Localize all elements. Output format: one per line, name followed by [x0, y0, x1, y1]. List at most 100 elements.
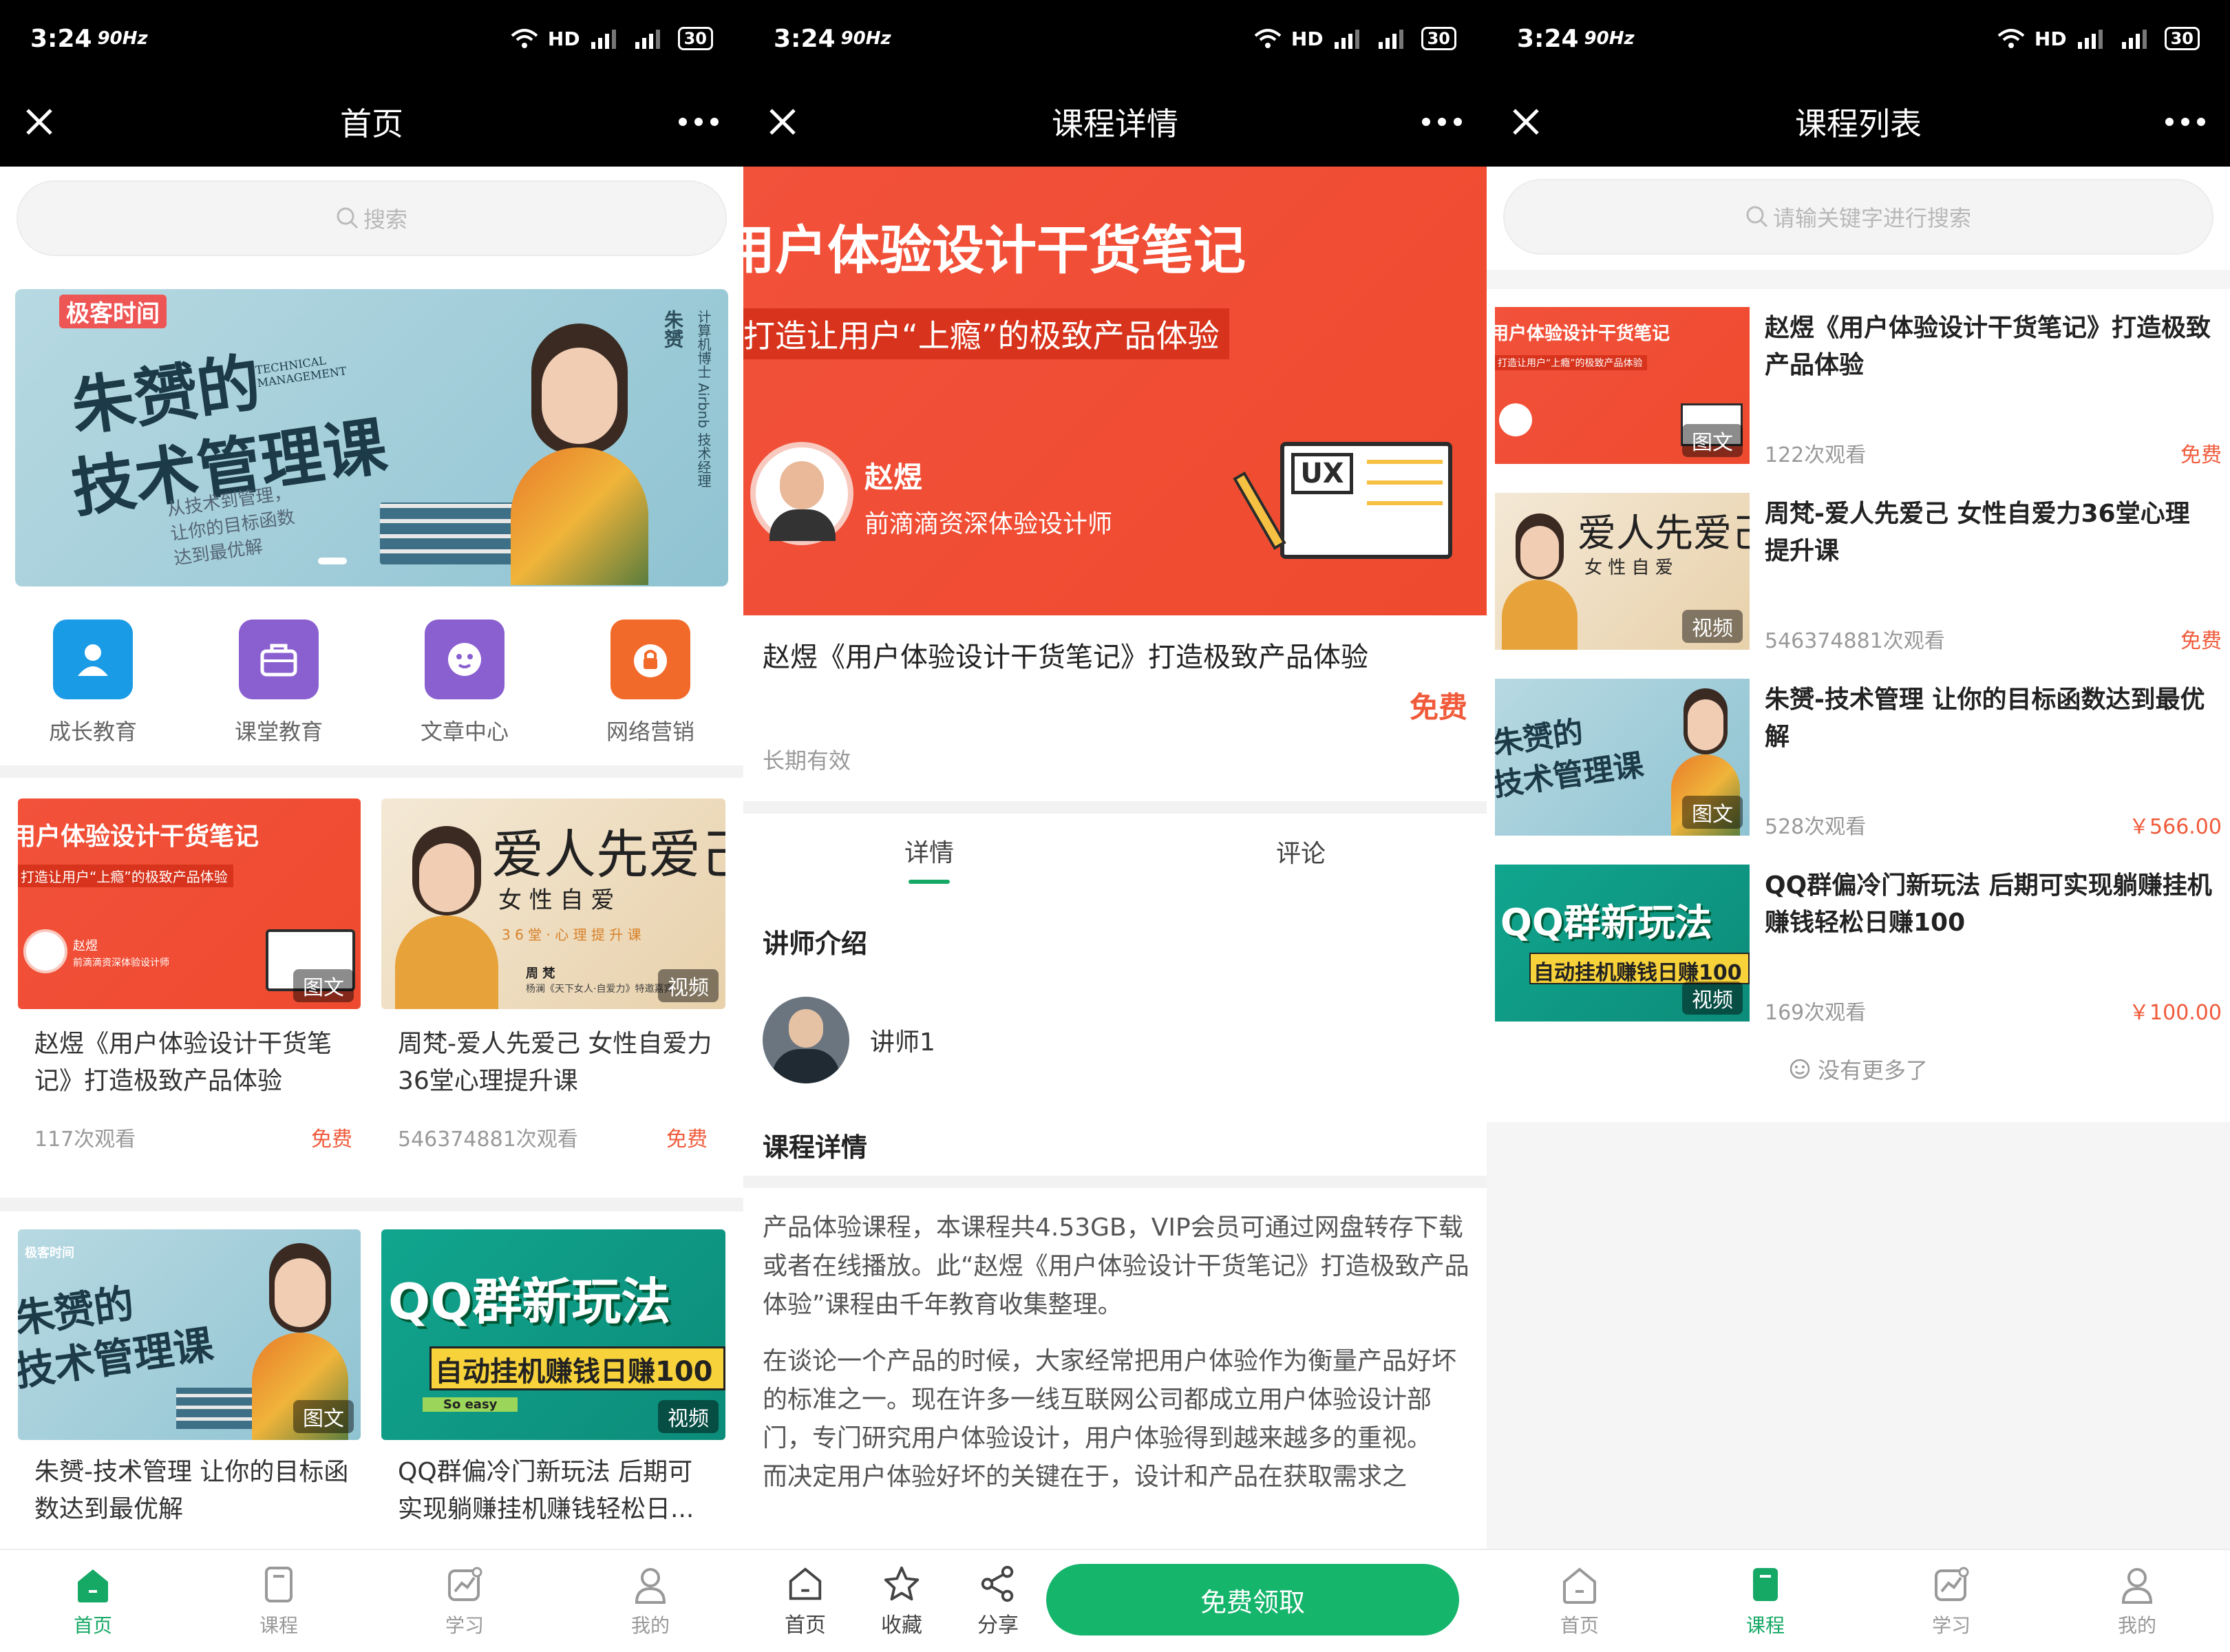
status-bar: 3:24 90Hz HD 30 — [0, 0, 743, 77]
home-action[interactable]: 首页 — [764, 1564, 847, 1638]
title-bar: 首页 — [0, 77, 743, 167]
page-title: 课程列表 — [1795, 105, 1922, 142]
instructor-heading: 讲师介绍 — [763, 929, 868, 959]
instructor-row[interactable]: 讲师1 — [763, 997, 935, 1083]
portrait — [1502, 513, 1578, 650]
tab-home[interactable]: 首页 — [1487, 1550, 1672, 1652]
close-icon[interactable] — [1507, 103, 1544, 140]
category-marketing[interactable]: 网络营销 — [575, 620, 726, 746]
tab-comment[interactable]: 评论 — [1115, 814, 1487, 903]
favorite-action[interactable]: 收藏 — [860, 1564, 943, 1638]
course-card[interactable]: 爱人先爱己 女 性 自 爱 3 6 堂 · 心 理 提 升 课 周 梵 杨澜《天… — [372, 785, 735, 1198]
instructor-name: 讲师1 — [870, 1028, 935, 1057]
price-tag: 免费 — [666, 1127, 708, 1152]
list-item[interactable]: QQ群新玩法 自动挂机赚钱日赚100 视频 QQ群偏冷门新玩法 后期可实现躺赚挂… — [1495, 865, 2222, 1034]
person-icon — [53, 620, 133, 699]
type-badge: 图文 — [293, 1400, 354, 1433]
tab-mine[interactable]: 我的 — [558, 1550, 743, 1652]
detail-tabs: 详情 评论 — [743, 814, 1487, 903]
type-badge: 图文 — [1682, 424, 1743, 457]
list-item[interactable]: 用户体验设计干货笔记 打造让用户“上瘾”的极致产品体验 图文 赵煜《用户体验设计… — [1495, 307, 2222, 476]
view-count: 117次观看 — [34, 1127, 136, 1152]
signal-icon — [2077, 30, 2103, 49]
bottom-tab-bar: 首页 课程 学习 我的 — [1487, 1549, 2230, 1652]
title-bar: 课程列表 — [1487, 77, 2230, 167]
avatar — [23, 929, 67, 973]
category-classroom[interactable]: 课堂教育 — [203, 620, 354, 746]
course-title: 赵煜《用户体验设计干货笔记》打造极致产品体验 — [1765, 314, 2211, 379]
page-title: 课程详情 — [1052, 105, 1178, 142]
status-time: 3:24 — [30, 24, 92, 53]
signal-icon — [591, 30, 616, 49]
battery-icon: 30 — [2164, 27, 2200, 50]
description-paragraph: 而决定用户体验好坏的关键在于，设计和产品在获取需求之 — [763, 1463, 1408, 1491]
tab-courses[interactable]: 课程 — [186, 1550, 372, 1652]
type-badge: 视频 — [658, 1400, 719, 1433]
share-action[interactable]: 分享 — [957, 1564, 1039, 1638]
bookmark-icon — [1753, 1568, 1778, 1601]
course-title: 朱赟-技术管理 让你的目标函数达到最优解 — [1765, 686, 2205, 751]
tab-detail[interactable]: 详情 — [743, 814, 1115, 903]
banner-side-name: 朱赟 — [661, 310, 684, 348]
banner-title-en: TECHNICAL MANAGEMENT — [254, 354, 348, 390]
tab-home[interactable]: 首页 — [0, 1550, 186, 1652]
search-icon — [337, 207, 359, 229]
divider — [743, 801, 1487, 814]
more-icon[interactable] — [1418, 103, 1466, 140]
price-tag: ￥566.00 — [2129, 815, 2222, 839]
claim-free-button[interactable]: 免费领取 — [1046, 1564, 1459, 1635]
bag-icon — [239, 620, 319, 699]
course-hero-image: 用户体验设计干货笔记 打造让用户“上瘾”的极致产品体验 赵煜 前滴滴资深体验设计… — [743, 167, 1487, 615]
course-description: 产品体验课程，本课程共4.53GB，VIP会员可通过网盘转存下载或者在线播放。此… — [763, 1209, 1472, 1546]
chart-icon — [1935, 1567, 1969, 1601]
divider — [0, 765, 743, 778]
user-icon — [2121, 1568, 2153, 1604]
hero-banner[interactable]: 极客时间 朱赟的 TECHNICAL MANAGEMENT 技术管理课 从技术到… — [15, 289, 728, 586]
close-icon[interactable] — [764, 103, 801, 140]
network-label: HD — [547, 27, 580, 50]
course-thumbnail: QQ群新玩法 自动挂机赚钱日赚100 So easy 视频 — [381, 1229, 725, 1440]
search-input[interactable]: 请输关键字进行搜索 — [1503, 179, 2213, 255]
chart-icon — [448, 1567, 482, 1601]
home-screen: 3:24 90Hz HD 30 首页 搜索 极客时间 朱赟的 TECHNICAL… — [0, 0, 743, 1652]
close-icon[interactable] — [21, 103, 58, 140]
category-growth[interactable]: 成长教育 — [17, 620, 169, 746]
type-badge: 视频 — [1682, 982, 1743, 1015]
tab-mine[interactable]: 我的 — [2044, 1550, 2230, 1652]
tab-study[interactable]: 学习 — [1858, 1550, 2044, 1652]
detail-heading: 课程详情 — [763, 1132, 868, 1163]
refresh-rate: 90Hz — [97, 28, 148, 49]
course-card[interactable]: 极客时间 朱赟的 技术管理课 图文 朱赟-技术管理 让你的目标函数达到最优解 — [8, 1211, 366, 1549]
course-card[interactable]: 用户体验设计干货笔记 打造让用户“上瘾”的极致产品体验 赵煜 前滴滴资深体验设计… — [8, 785, 366, 1198]
chat-icon — [425, 620, 505, 699]
network-label: HD — [2034, 27, 2067, 50]
more-icon[interactable] — [675, 103, 723, 140]
list-item[interactable]: 朱赟的 技术管理课 图文 朱赟-技术管理 让你的目标函数达到最优解 528次观看… — [1495, 679, 2222, 848]
course-thumbnail: 用户体验设计干货笔记 打造让用户“上瘾”的极致产品体验 赵煜 前滴滴资深体验设计… — [18, 798, 361, 1009]
course-title: QQ群偏冷门新玩法 后期可实现躺赚挂机赚钱轻松日... — [398, 1458, 694, 1523]
detail-screen: 3:24 90Hz HD 30 课程详情 用户体验设计干货笔记 打造让用户“上瘾… — [743, 0, 1487, 1652]
tab-courses[interactable]: 课程 — [1672, 1550, 1858, 1652]
avatar — [750, 442, 853, 545]
battery-icon: 30 — [1421, 27, 1456, 50]
category-label: 网络营销 — [606, 719, 694, 745]
price-tag: 免费 — [311, 1127, 352, 1152]
status-bar: 3:24 90Hz HD 30 — [1487, 0, 2230, 77]
course-card[interactable]: QQ群新玩法 自动挂机赚钱日赚100 So easy 视频 QQ群偏冷门新玩法 … — [372, 1211, 735, 1549]
view-count: 528次观看 — [1765, 815, 1867, 839]
home-icon — [78, 1569, 108, 1602]
course-title: 赵煜《用户体验设计干货笔记》打造极致产品体验 — [34, 1030, 332, 1095]
user-icon — [635, 1568, 666, 1604]
list-item[interactable]: 爱人先爱己 女 性 自 爱 视频 周梵-爱人先爱己 女性自爱力36堂心理提升课 … — [1495, 493, 2222, 662]
tab-study[interactable]: 学习 — [372, 1550, 558, 1652]
course-thumbnail: 朱赟的 技术管理课 图文 — [1495, 679, 1750, 836]
validity-label: 长期有效 — [763, 748, 851, 774]
refresh-rate: 90Hz — [1584, 28, 1635, 49]
signal-icon — [635, 30, 660, 49]
status-time: 3:24 — [1517, 24, 1579, 53]
more-icon[interactable] — [2161, 103, 2209, 140]
description-paragraph: 在谈论一个产品的时候，大家经常把用户体验作为衡量产品好坏的标准之一。现在许多一线… — [763, 1347, 1457, 1452]
search-placeholder: 请输关键字进行搜索 — [1772, 205, 1971, 231]
category-articles[interactable]: 文章中心 — [389, 620, 540, 746]
search-input[interactable]: 搜索 — [17, 180, 727, 256]
